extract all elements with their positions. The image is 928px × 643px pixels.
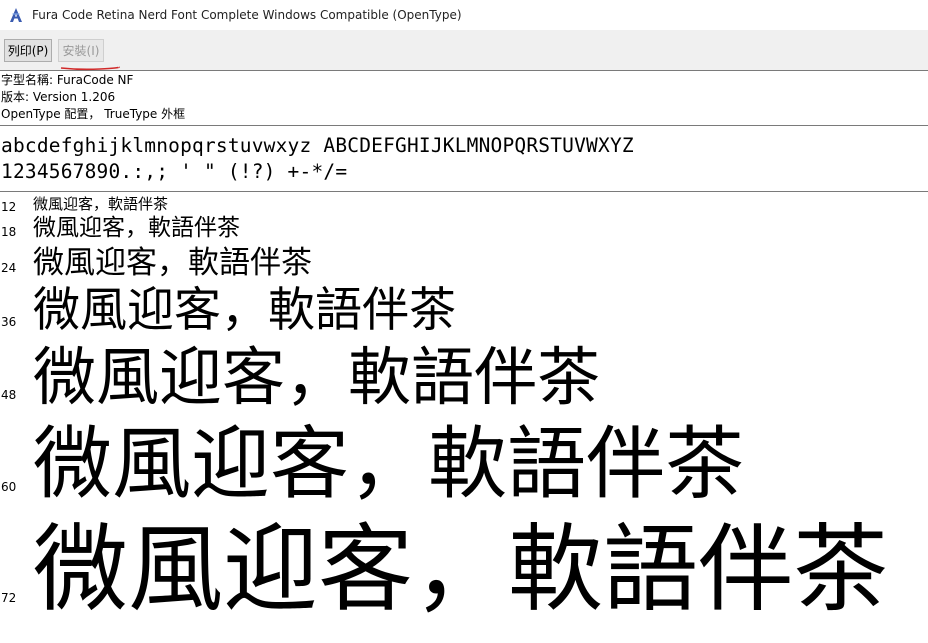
- window-title: Fura Code Retina Nerd Font Complete Wind…: [32, 8, 462, 22]
- size-label-18: 18: [1, 225, 17, 239]
- preview-text-18: 微風迎客，軟語伴茶: [33, 215, 240, 241]
- size-label-72: 72: [1, 591, 17, 605]
- size-label-12: 12: [1, 200, 17, 214]
- divider: [0, 125, 928, 126]
- size-label-48: 48: [1, 388, 17, 402]
- preview-text-24: 微風迎客，軟語伴茶: [33, 245, 312, 281]
- preview-text-60: 微風迎客，軟語伴茶: [33, 418, 744, 510]
- install-button[interactable]: 安裝(I): [58, 39, 104, 62]
- preview-text-72: 微風迎客，軟語伴茶: [33, 515, 889, 625]
- font-name-text: 字型名稱: FuraCode NF: [1, 73, 134, 87]
- preview-text-36: 微風迎客，軟語伴茶: [33, 283, 456, 338]
- font-info: 字型名稱: FuraCode NF 版本: Version 1.206 Open…: [1, 72, 928, 123]
- preview-text-12: 微風迎客，軟語伴茶: [33, 195, 169, 213]
- divider: [0, 191, 928, 192]
- print-button[interactable]: 列印(P): [4, 39, 52, 62]
- outline-type-text: OpenType 配置， TrueType 外框: [1, 107, 186, 121]
- size-label-24: 24: [1, 261, 17, 275]
- preview-text-48: 微風迎客，軟語伴茶: [33, 341, 600, 414]
- title-bar: Fura Code Retina Nerd Font Complete Wind…: [0, 0, 928, 30]
- toolbar: 列印(P) 安裝(I): [0, 30, 928, 71]
- sample-digits-punctuation: 1234567890.:,; ' " (!?) +-*/=: [1, 160, 348, 183]
- sample-letters: abcdefghijklmnopqrstuvwxyz ABCDEFGHIJKLM…: [1, 134, 634, 157]
- font-viewer-a-icon: [10, 8, 22, 22]
- version-text: 版本: Version 1.206: [1, 90, 116, 104]
- size-label-60: 60: [1, 480, 17, 494]
- character-sample: abcdefghijklmnopqrstuvwxyz ABCDEFGHIJKLM…: [1, 133, 928, 185]
- size-label-36: 36: [1, 315, 17, 329]
